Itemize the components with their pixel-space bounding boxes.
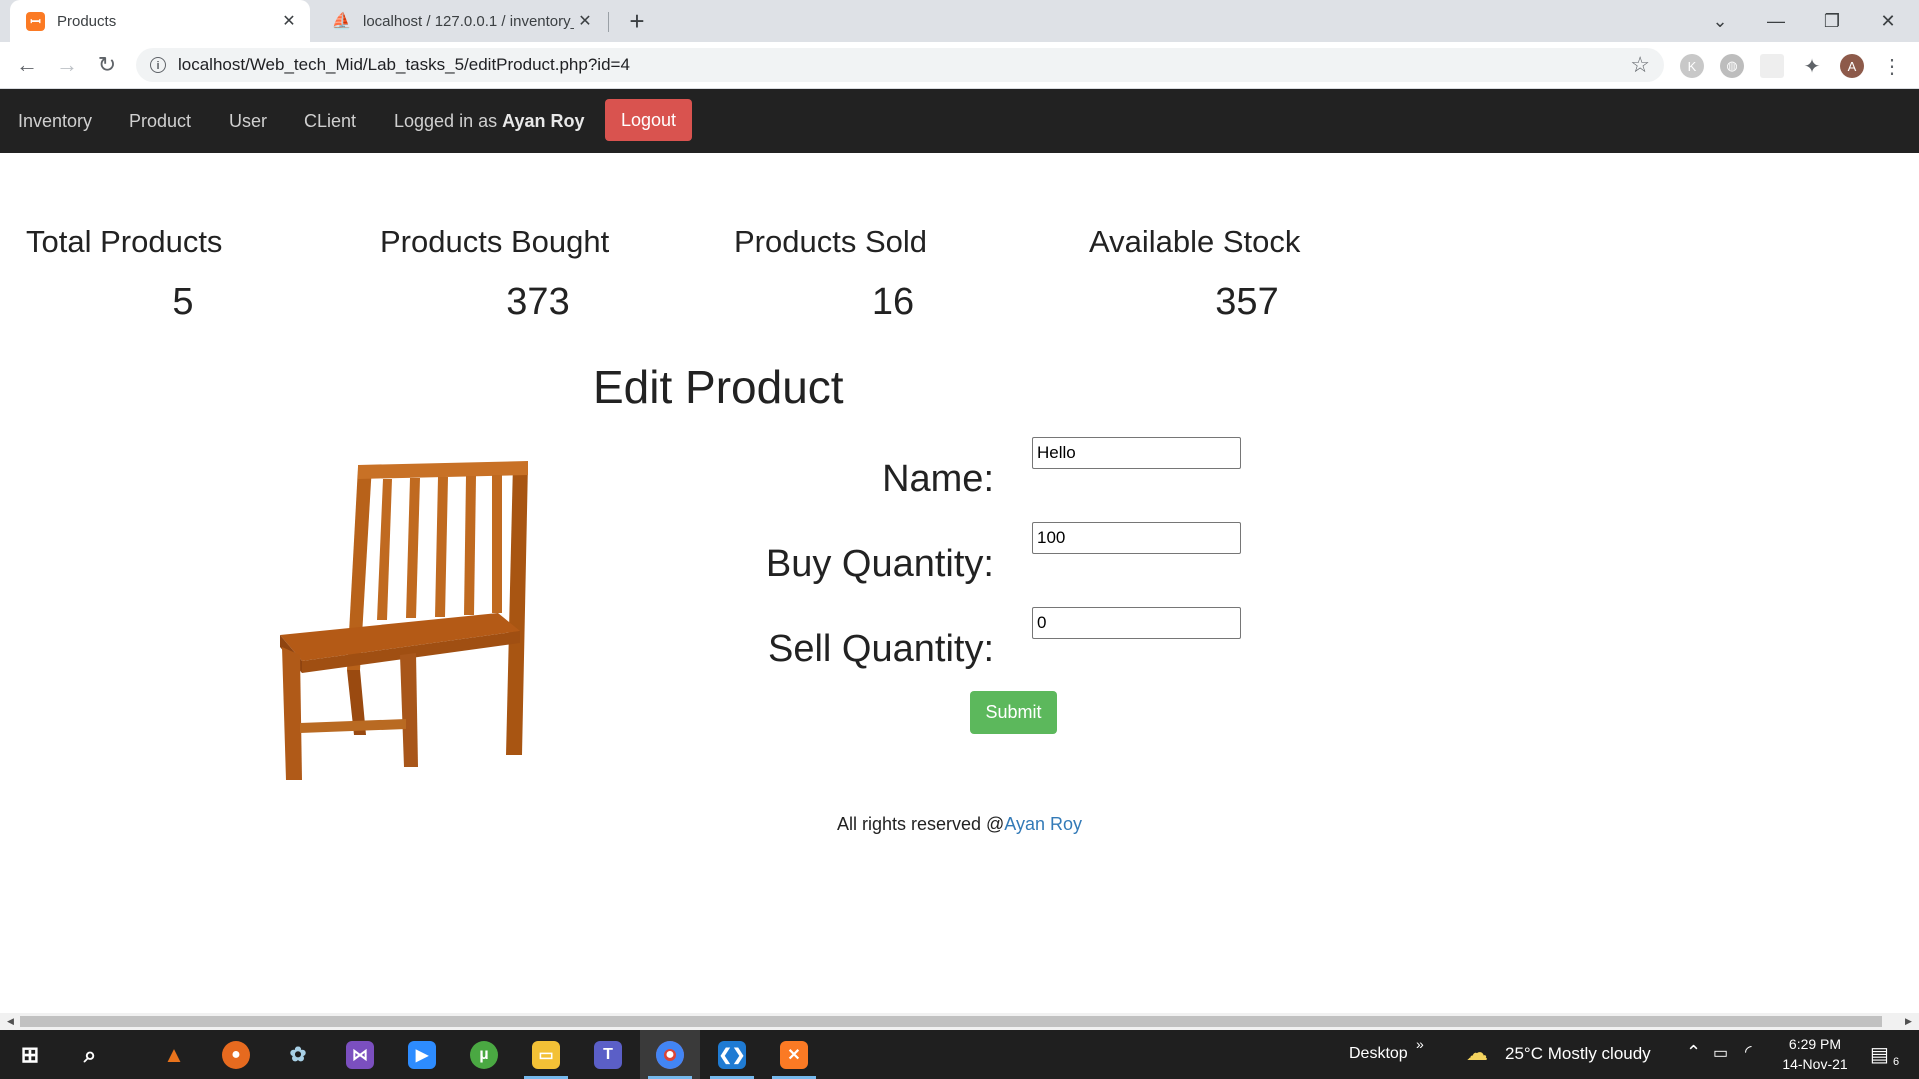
nav-user-link[interactable]: User [229,89,267,153]
url-text[interactable]: localhost/Web_tech_Mid/Lab_tasks_5/editP… [178,55,1630,75]
tab-title: localhost / 127.0.0.1 / inventory_p [363,12,574,30]
weather-icon[interactable]: ☁ [1466,1040,1488,1066]
close-window-button[interactable]: ✕ [1860,0,1916,42]
nav-client-link[interactable]: CLient [304,89,356,153]
xampp-taskbar-icon[interactable]: ✕ [764,1030,824,1079]
weather-text[interactable]: 25°C Mostly cloudy [1505,1044,1651,1064]
minimize-button[interactable]: — [1748,0,1804,42]
tab-title: Products [57,12,117,30]
stat-products-bought-label: Products Bought [380,224,610,259]
notification-icon[interactable]: ▤ [1870,1042,1889,1067]
buy-quantity-input[interactable] [1032,522,1241,554]
visual-studio-icon[interactable]: ⋈ [330,1030,390,1079]
windows-taskbar: ⊞ ⌕ ▲ ● ✿ ⋈ ▶ µ ▭ T ● ❮❯ ✕ Desktop » ☁ 2… [0,1030,1919,1079]
scroll-left-arrow-icon[interactable]: ◀ [2,1013,19,1030]
stat-total-products-value: 5 [172,281,194,323]
sell-quantity-label: Sell Quantity: [768,628,994,670]
globe-icon[interactable]: ◍ [1720,54,1744,78]
scrollbar-thumb[interactable] [20,1016,1882,1027]
back-icon[interactable]: ← [12,50,42,80]
submit-button[interactable]: Submit [970,691,1057,734]
notification-count-badge: 6 [1893,1056,1900,1068]
name-label: Name: [882,458,994,500]
vscode-icon[interactable]: ❮❯ [702,1030,762,1079]
close-tab-icon[interactable]: ✕ [278,11,300,31]
site-info-icon[interactable]: i [150,57,166,73]
matlab-icon[interactable]: ▲ [144,1030,204,1079]
page-title: Edit Product [593,361,844,413]
clock[interactable]: 6:29 PM 14-Nov-21 [1770,1034,1860,1074]
browser-menu-icon[interactable]: ⋮ [1880,54,1904,78]
nav-product-link[interactable]: Product [129,89,191,153]
toolbar-expand-icon[interactable]: » [1416,1036,1424,1052]
search-icon[interactable]: ⌕ [60,1030,120,1079]
browser-toolbar: ← → ↻ i localhost/Web_tech_Mid/Lab_tasks… [0,42,1919,89]
stat-products-bought-value: 373 [506,281,570,323]
logged-in-username: Ayan Roy [502,111,585,131]
battery-icon[interactable]: ▭ [1713,1043,1728,1063]
close-tab-icon[interactable]: ✕ [574,11,596,31]
bookmark-star-icon[interactable]: ☆ [1630,52,1650,78]
zoom-icon[interactable]: ▶ [392,1030,452,1079]
extension-k-icon[interactable]: K [1680,54,1704,78]
desktop-toolbar-label[interactable]: Desktop [1349,1045,1408,1063]
browser-tabstrip: ꟷ Products ✕ ⛵ localhost / 127.0.0.1 / i… [0,0,1919,42]
utorrent-icon[interactable]: µ [454,1030,514,1079]
scroll-right-arrow-icon[interactable]: ▶ [1900,1013,1917,1030]
tab-phpmyadmin[interactable]: ⛵ localhost / 127.0.0.1 / inventory_p ✕ [316,0,606,42]
stat-products-sold-value: 16 [871,281,915,323]
stat-products-sold-label: Products Sold [734,224,927,259]
file-explorer-icon[interactable]: ▭ [516,1030,576,1079]
xampp-icon: ꟷ [26,11,45,31]
tab-divider [608,12,609,32]
product-image-chair [280,461,528,780]
puzzle-extensions-icon[interactable]: ✦ [1800,54,1824,78]
name-input[interactable] [1032,437,1241,469]
teams-icon[interactable]: T [578,1030,638,1079]
footer-text: All rights reserved @ [836,814,1005,834]
app-swirl-icon[interactable]: ✿ [268,1030,328,1079]
logged-in-status: Logged in as Ayan Roy [394,89,584,153]
firefox-icon[interactable]: ● [206,1030,266,1079]
clock-date: 14-Nov-21 [1782,1056,1848,1072]
nav-inventory-link[interactable]: Inventory [18,89,92,153]
restore-button[interactable]: ❐ [1804,0,1860,42]
buy-quantity-label: Buy Quantity: [765,543,994,585]
stat-total-products-label: Total Products [26,224,223,259]
forward-icon[interactable]: → [52,50,82,80]
footer-author-link[interactable]: Ayan Roy [1004,814,1082,834]
footer: All rights reserved @Ayan Roy [0,814,1919,835]
tab-search-icon[interactable]: ⌄ [1692,0,1748,42]
windows-start-icon[interactable]: ⊞ [0,1030,60,1079]
site-navbar: Inventory Product User CLient Logged in … [0,89,1919,153]
chrome-icon[interactable]: ● [640,1030,700,1079]
sell-quantity-input[interactable] [1032,607,1241,639]
clock-time: 6:29 PM [1788,1036,1842,1052]
logged-in-prefix: Logged in as [394,111,498,131]
logout-button[interactable]: Logout [605,99,692,141]
extension-blank-icon[interactable] [1760,54,1784,78]
profile-avatar[interactable]: A [1840,54,1864,78]
new-tab-button[interactable]: + [622,6,652,36]
tab-products[interactable]: ꟷ Products ✕ [10,0,310,42]
wifi-icon[interactable]: ◜ [1745,1042,1752,1062]
address-bar[interactable]: i localhost/Web_tech_Mid/Lab_tasks_5/edi… [136,48,1664,82]
show-hidden-icons-icon[interactable]: ⌃ [1686,1042,1701,1063]
stat-available-stock-value: 357 [1215,281,1279,323]
stat-available-stock-label: Available Stock [1089,224,1301,259]
horizontal-scrollbar[interactable]: ◀ ▶ [0,1013,1919,1030]
phpmyadmin-icon: ⛵ [331,13,352,30]
reload-icon[interactable]: ↻ [92,50,122,80]
